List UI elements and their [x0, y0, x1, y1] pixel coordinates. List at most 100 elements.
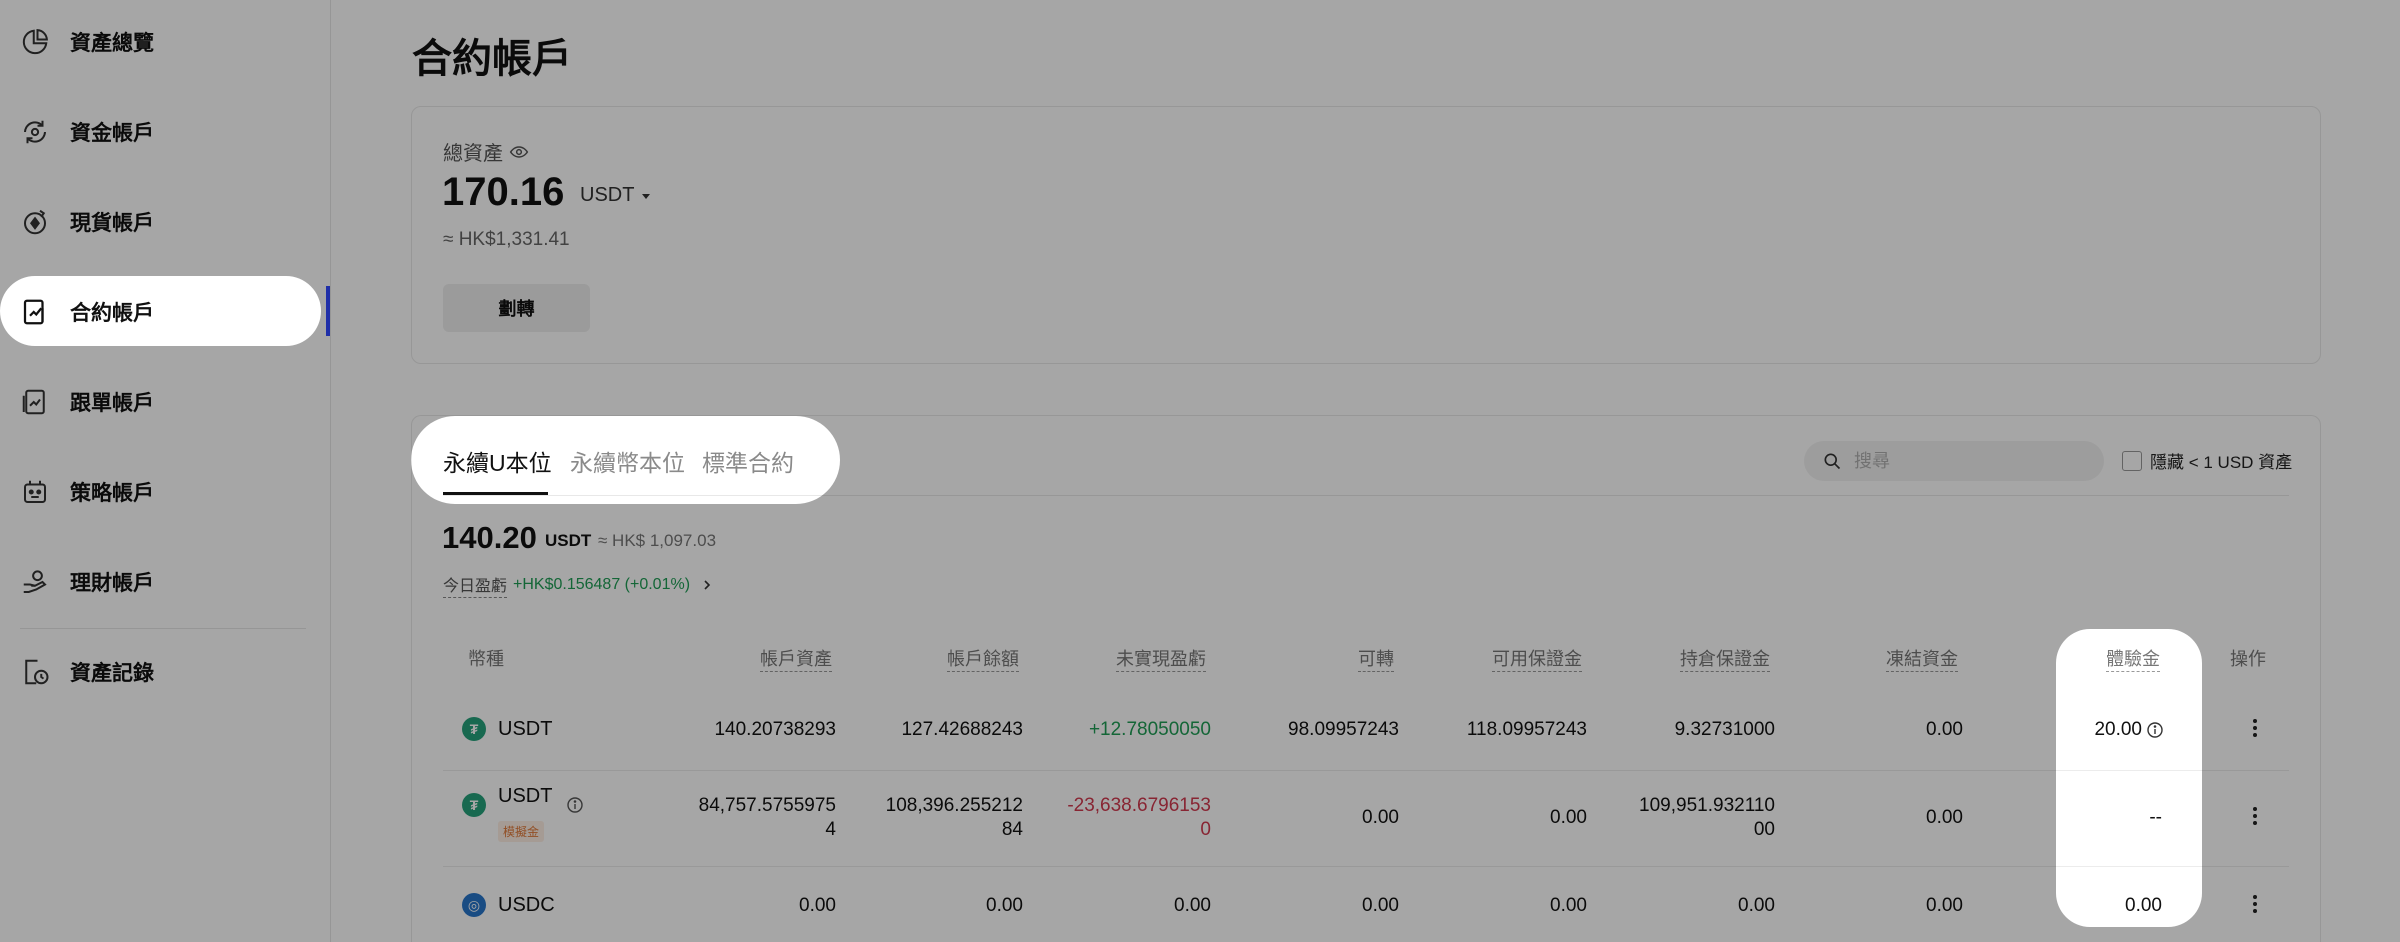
sidebar-item-label: 跟單帳戶 [70, 392, 154, 415]
unrealized-pnl-cell: +12.78050050 [1088, 719, 1211, 740]
currency-label: USDT [580, 184, 635, 206]
coin-cell: ₮ USDT [462, 717, 552, 741]
available-margin-cell: 0.00 [1550, 895, 1587, 916]
frozen-cell: 0.00 [1926, 719, 1963, 740]
transfer-button[interactable]: 劃轉 [443, 284, 590, 332]
more-vertical-icon[interactable] [2247, 892, 2263, 916]
sidebar-divider [20, 628, 306, 629]
sidebar-item-earn[interactable]: 理財帳戶 [0, 546, 331, 618]
value-line: -23,638.6796153 [1067, 795, 1211, 816]
sidebar-item-label: 理財帳戶 [70, 572, 154, 595]
value-line: 109,951.932110 [1639, 795, 1775, 816]
position-margin-cell: 9.32731000 [1674, 719, 1775, 740]
sidebar-item-label: 資產總覽 [70, 32, 154, 55]
tether-icon: ₮ [462, 793, 486, 817]
sidebar: 資產總覽 資金帳戶 現貨帳戶 合約帳戶 跟單帳戶 策略帳戶 理財帳戶 資產記錄 [0, 0, 331, 942]
eye-icon[interactable] [509, 142, 529, 162]
tabs-divider [443, 495, 2289, 496]
available-margin-cell: 0.00 [1550, 807, 1587, 828]
balance-cell: 127.42688243 [901, 719, 1023, 740]
hand-coin-icon [23, 570, 47, 593]
row-divider [443, 770, 2289, 771]
header-label: 凍結資金 [1886, 649, 1958, 672]
sidebar-item-strategy[interactable]: 策略帳戶 [0, 456, 331, 528]
sidebar-item-label: 資產記錄 [70, 662, 154, 685]
search-icon [1824, 453, 1841, 470]
active-tab-underline [443, 492, 548, 495]
sidebar-item-label: 現貨帳戶 [70, 212, 154, 235]
sidebar-item-records[interactable]: 資產記錄 [0, 636, 331, 708]
frozen-cell: 0.00 [1926, 807, 1963, 828]
coin-cell: ◎ USDC [462, 893, 555, 917]
sidebar-item-contract[interactable]: 合約帳戶 [0, 276, 331, 348]
available-margin-cell: 118.09957243 [1466, 719, 1587, 740]
chevron-right-icon [704, 580, 711, 590]
trial-fund-cell: -- [2149, 807, 2162, 828]
sidebar-item-label: 資金帳戶 [70, 122, 154, 145]
total-assets-card [411, 106, 2321, 364]
coin-name: USDT [498, 784, 553, 807]
balance-cell: 108,396.255212 84 [800, 794, 1023, 842]
value-line: 84 [1001, 819, 1023, 840]
today-pnl-value: +HK$0.156487 (+0.01%) [513, 576, 691, 593]
today-pnl-link[interactable]: 今日盈虧 +HK$0.156487 (+0.01%) [443, 572, 714, 598]
more-vertical-icon[interactable] [2247, 804, 2263, 828]
hide-small-assets-checkbox[interactable] [2122, 450, 2142, 471]
record-clock-icon [25, 659, 49, 685]
coin-name: USDT [498, 717, 553, 740]
search-input[interactable] [1854, 447, 2084, 475]
currency-selector[interactable]: USDT [580, 184, 652, 207]
today-pnl-label: 今日盈虧 [443, 572, 508, 598]
sidebar-item-label: 合約帳戶 [70, 302, 154, 325]
tab-usdt-perpetual[interactable]: 永續U本位 [443, 444, 552, 478]
value-line: 108,396.255212 [885, 795, 1023, 816]
header-trial-fund: 體驗金 [2000, 645, 2160, 672]
header-balance: 帳戶餘額 [800, 645, 1019, 672]
coin-name: USDC [498, 893, 555, 916]
header-available-margin: 可用保證金 [1400, 645, 1582, 672]
transferable-cell: 98.09957243 [1288, 719, 1399, 740]
transferable-cell: 0.00 [1362, 807, 1399, 828]
header-label: 可用保證金 [1492, 649, 1582, 672]
sidebar-item-spot[interactable]: 現貨帳戶 [0, 186, 331, 258]
header-label: 持倉保證金 [1680, 649, 1770, 672]
hide-small-assets-toggle[interactable]: 隱藏 < 1 USD 資產 [2122, 448, 2292, 473]
spot-coin-icon [24, 209, 46, 235]
header-label: 未實現盈虧 [1116, 649, 1206, 672]
copy-trade-icon [22, 389, 45, 415]
header-label: 可轉 [1358, 649, 1394, 672]
transferable-cell: 0.00 [1362, 895, 1399, 916]
fund-cycle-icon [24, 120, 46, 144]
tab-standard-futures[interactable]: 標準合約 [702, 444, 794, 478]
header-transferable: 可轉 [1200, 645, 1394, 672]
total-assets-label: 總資產 [443, 143, 503, 165]
unrealized-pnl-cell: -23,638.6796153 0 [1000, 794, 1211, 842]
more-vertical-icon[interactable] [2247, 716, 2263, 740]
tab-coin-perpetual[interactable]: 永續幣本位 [570, 444, 685, 478]
page-title: 合約帳戶 [412, 37, 572, 81]
header-actions: 操作 [2230, 649, 2266, 669]
trial-fund-cell: 0.00 [2125, 895, 2162, 916]
row-divider [443, 866, 2289, 867]
value-line: 00 [1753, 819, 1775, 840]
header-frozen: 凍結資金 [1800, 645, 1958, 672]
sidebar-item-overview[interactable]: 資產總覽 [0, 6, 331, 78]
position-margin-cell: 109,951.932110 00 [1600, 794, 1775, 842]
sidebar-item-label: 策略帳戶 [70, 482, 154, 505]
pie-chart-icon [22, 29, 48, 55]
header-position-margin: 持倉保證金 [1600, 645, 1770, 672]
balance-cell: 0.00 [986, 895, 1023, 916]
value-line: 0 [1200, 819, 1211, 840]
header-account-assets: 帳戶資產 [600, 645, 832, 672]
frozen-cell: 0.00 [1926, 895, 1963, 916]
info-icon[interactable] [2146, 721, 2164, 739]
tether-icon: ₮ [462, 717, 486, 741]
total-assets-label-row: 總資產 [443, 137, 529, 166]
info-icon[interactable] [566, 796, 584, 814]
sidebar-item-copy-trading[interactable]: 跟單帳戶 [0, 366, 331, 438]
coin-cell: ₮ USDT [462, 785, 584, 817]
sidebar-item-funding[interactable]: 資金帳戶 [0, 96, 331, 168]
account-total-unit: USDT [545, 531, 592, 550]
usdc-icon: ◎ [462, 893, 486, 917]
trial-fund-cell: 20.00 [2094, 719, 2142, 740]
